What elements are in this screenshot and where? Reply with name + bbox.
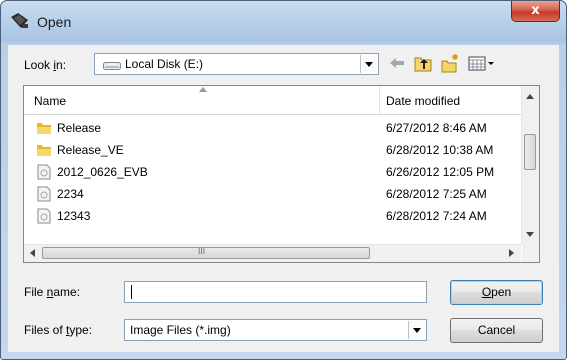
folder-icon — [37, 145, 51, 156]
column-header-name[interactable]: Name — [34, 94, 66, 108]
scroll-down-icon[interactable] — [526, 232, 534, 237]
column-header-date[interactable]: Date modified — [386, 94, 460, 108]
folder-icon — [37, 123, 51, 134]
open-button[interactable]: Open — [450, 280, 543, 305]
scroll-left-icon[interactable] — [30, 249, 35, 257]
file-type-label: Files of type: — [24, 323, 93, 337]
file-type-value: Image Files (*.img) — [130, 323, 231, 337]
open-folder-icon — [11, 13, 28, 28]
cancel-button[interactable]: Cancel — [450, 318, 543, 343]
vertical-scrollbar[interactable] — [521, 86, 539, 245]
scroll-up-icon[interactable] — [526, 94, 534, 99]
file-name-label: File name: — [24, 285, 81, 299]
scroll-grip: III — [198, 247, 206, 256]
horizontal-scroll-thumb[interactable]: III — [42, 247, 370, 259]
back-arrow-icon[interactable] — [387, 52, 407, 74]
open-dialog: Open x Look in: Local Disk (E:) Name Dat… — [0, 0, 567, 360]
file-list[interactable]: Name Date modified Release 6/27/2012 8:4… — [23, 85, 540, 263]
sort-ascending-icon — [199, 87, 207, 92]
list-item[interactable]: 12343 6/28/2012 7:24 AM — [24, 205, 521, 227]
file-type-dropdown-button[interactable] — [408, 321, 425, 339]
horizontal-scrollbar[interactable]: III — [24, 244, 521, 262]
look-in-label: Look in: — [24, 58, 67, 72]
list-header: Name Date modified — [24, 86, 521, 115]
look-in-value: Local Disk (E:) — [125, 57, 204, 71]
drive-icon — [103, 62, 121, 70]
file-icon — [37, 186, 51, 202]
scrollbar-corner — [522, 245, 539, 262]
up-folder-icon[interactable] — [413, 52, 433, 74]
file-type-dropdown[interactable]: Image Files (*.img) — [124, 319, 427, 341]
list-item[interactable]: Release_VE 6/28/2012 10:38 AM — [24, 139, 521, 161]
vertical-scroll-thumb[interactable] — [524, 134, 536, 170]
list-item[interactable]: 2012_0626_EVB 6/26/2012 12:05 PM — [24, 161, 521, 183]
file-name-input[interactable] — [124, 281, 427, 303]
look-in-dropdown-button[interactable] — [360, 55, 377, 73]
look-in-dropdown[interactable]: Local Disk (E:) — [94, 53, 379, 75]
file-icon — [37, 208, 51, 224]
close-icon: x — [531, 3, 540, 18]
title-bar[interactable]: Open x — [1, 1, 566, 45]
text-caret — [131, 285, 132, 299]
dialog-body: Look in: Local Disk (E:) Name Date modif… — [8, 45, 559, 352]
list-item[interactable]: 2234 6/28/2012 7:25 AM — [24, 183, 521, 205]
new-folder-icon[interactable] — [440, 52, 460, 74]
view-menu-icon[interactable] — [467, 52, 497, 74]
chevron-down-icon — [413, 328, 421, 333]
file-icon — [37, 164, 51, 180]
column-divider[interactable] — [379, 86, 380, 114]
chevron-down-icon — [365, 62, 373, 67]
window-title: Open — [37, 14, 72, 30]
list-item[interactable]: Release 6/27/2012 8:46 AM — [24, 117, 521, 139]
scroll-right-icon[interactable] — [509, 249, 514, 257]
close-button[interactable]: x — [511, 1, 560, 22]
